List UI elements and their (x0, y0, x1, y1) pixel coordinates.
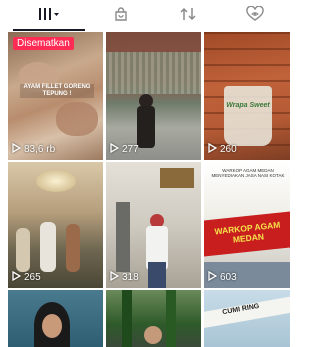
tab-videos[interactable] (13, 0, 85, 32)
cup-label: Wrapa Sweet (226, 102, 270, 109)
play-icon (12, 270, 22, 284)
grid-icon (37, 7, 61, 26)
heart-eye-icon (246, 5, 264, 27)
view-count: 265 (12, 270, 41, 284)
repost-icon (179, 6, 197, 27)
video-grid: Disematkan AYAM FILLET GORENG TEPUNG ! 8… (0, 32, 290, 347)
view-count: 83,6 rb (12, 142, 55, 156)
video-thumbnail[interactable]: 318 (106, 162, 201, 288)
play-icon (208, 270, 218, 284)
play-icon (110, 142, 120, 156)
video-thumbnail[interactable]: WARKOP AGAM MEDAN MENYEDIAKAN JASA NASI … (204, 162, 290, 288)
tab-liked[interactable] (219, 0, 291, 32)
view-count: 277 (110, 142, 139, 156)
video-caption: AYAM FILLET GORENG TEPUNG ! (20, 84, 94, 98)
view-count: 318 (110, 270, 139, 284)
shopping-bag-icon (113, 6, 129, 27)
tab-reposts[interactable] (152, 0, 224, 32)
view-count: 260 (208, 142, 237, 156)
play-icon (110, 270, 120, 284)
view-count: 603 (208, 270, 237, 284)
video-thumbnail[interactable]: 277 (106, 32, 201, 160)
video-thumbnail[interactable]: CUMI RING (204, 290, 290, 347)
play-icon (12, 142, 22, 156)
video-thumbnail[interactable] (106, 290, 201, 347)
active-tab-indicator (13, 29, 85, 31)
profile-tab-bar (0, 0, 290, 32)
video-thumbnail[interactable] (8, 290, 103, 347)
play-icon (208, 142, 218, 156)
pinned-badge: Disematkan (13, 37, 74, 50)
video-thumbnail[interactable]: Wrapa Sweet 260 (204, 32, 290, 160)
tab-shop[interactable] (85, 0, 157, 32)
video-thumbnail[interactable]: Disematkan AYAM FILLET GORENG TEPUNG ! 8… (8, 32, 103, 160)
video-caption-small: WARKOP AGAM MEDAN MENYEDIAKAN JASA NASI … (211, 168, 285, 179)
video-thumbnail[interactable]: 265 (8, 162, 103, 288)
